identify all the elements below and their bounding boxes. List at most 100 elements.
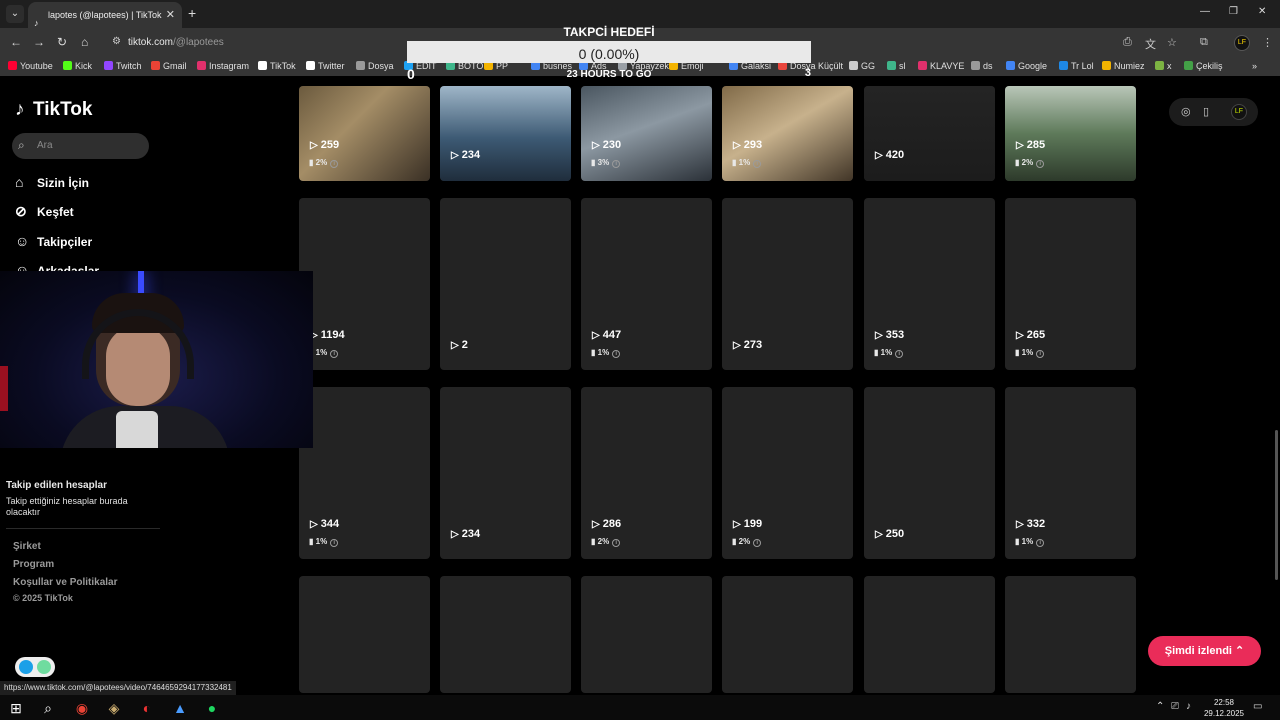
video-card[interactable]: ▷ 234	[440, 86, 571, 181]
chrome-icon[interactable]: ◉	[73, 699, 91, 717]
video-card[interactable]: ▷ 293 ▮ 1% i	[722, 86, 853, 181]
video-card[interactable]: ▷ 332 ▮ 1% i	[1005, 387, 1136, 559]
profile-avatar[interactable]: LF	[1234, 35, 1250, 51]
video-card[interactable]: ▷ 285 ▮ 2% i	[1005, 86, 1136, 181]
bookmark-item[interactable]: sl	[887, 61, 906, 71]
menu-icon[interactable]: ⋮	[1262, 36, 1273, 49]
site-info-icon[interactable]: ⚙	[112, 36, 121, 47]
install-app-icon[interactable]: ⎙	[1123, 36, 1132, 49]
video-card[interactable]: ▷ 199 ▮ 2% i	[722, 387, 853, 559]
bookmark-star-icon[interactable]: ☆	[1167, 36, 1177, 49]
bookmark-item[interactable]: GG	[849, 61, 875, 71]
restore-icon[interactable]: ❐	[1229, 6, 1238, 17]
play-icon: ▷	[592, 330, 600, 341]
bookmark-item[interactable]: Dosya	[356, 61, 394, 71]
back-icon[interactable]: ←	[10, 35, 22, 49]
video-card[interactable]: ▷ 447 ▮ 1% i	[581, 198, 712, 370]
windows-start-icon[interactable]: ⊞	[7, 699, 25, 717]
video-card[interactable]	[299, 576, 430, 693]
video-card[interactable]: ▷ 259 ▮ 2% i	[299, 86, 430, 181]
bookmark-item[interactable]: Twitter	[306, 61, 345, 71]
home-button-icon[interactable]: ⌂	[81, 35, 88, 49]
info-icon[interactable]: i	[612, 350, 621, 358]
bookmark-item[interactable]: Gmail	[151, 61, 187, 71]
bookmark-item[interactable]: Numiez	[1102, 61, 1145, 71]
video-card[interactable]: ▷ 230 ▮ 3% i	[581, 86, 712, 181]
new-tab-icon[interactable]: +	[188, 5, 196, 21]
nav-for-you[interactable]: ⌂ Sizin İçin	[15, 174, 89, 190]
bookmark-item[interactable]: TikTok	[258, 61, 296, 71]
riot-icon[interactable]: ◐	[138, 699, 156, 717]
info-icon[interactable]: i	[612, 160, 621, 168]
video-card[interactable]: ▷ 353 ▮ 1% i	[864, 198, 995, 370]
following-accounts-title: Takip edilen hesaplar	[6, 480, 107, 491]
video-card[interactable]	[864, 576, 995, 693]
translate-icon[interactable]: 文	[1145, 36, 1156, 52]
footer-link-program[interactable]: Program	[13, 559, 54, 570]
search-taskbar-icon[interactable]: ⌕	[39, 699, 57, 717]
bookmark-item[interactable]: Instagram	[197, 61, 249, 71]
info-icon[interactable]: i	[1036, 539, 1045, 547]
tiktok-logo[interactable]: ♪ TikTok	[15, 99, 92, 121]
taskbar-clock[interactable]: 22:58 29.12.2025	[1200, 697, 1248, 719]
forward-icon[interactable]: →	[33, 35, 45, 49]
footer-link-terms[interactable]: Koşullar ve Politikalar	[13, 577, 118, 588]
info-icon[interactable]: i	[1036, 350, 1045, 358]
video-card[interactable]: ▷ 420	[864, 86, 995, 181]
coin-icon[interactable]: ◎	[1181, 105, 1191, 118]
more-bookmarks-icon[interactable]: »	[1252, 61, 1257, 71]
bookmark-item[interactable]: x	[1155, 61, 1172, 71]
video-card[interactable]: ▷ 2	[440, 198, 571, 370]
video-card[interactable]	[722, 576, 853, 693]
bookmark-item[interactable]: Youtube	[8, 61, 53, 71]
nav-explore[interactable]: ⊘ Keşfet	[15, 203, 74, 220]
bookmark-item[interactable]: Kick	[63, 61, 92, 71]
video-card[interactable]	[1005, 576, 1136, 693]
notifications-icon[interactable]: ▭	[1253, 701, 1262, 712]
reload-icon[interactable]: ↻	[57, 35, 67, 49]
spotify-icon[interactable]: ●	[203, 699, 221, 717]
tray-chevron-icon[interactable]: ⌃	[1156, 701, 1164, 712]
nav-followers[interactable]: ☺ Takipçiler	[15, 233, 92, 249]
extension-widget[interactable]	[15, 657, 55, 677]
info-icon[interactable]: i	[330, 160, 339, 168]
video-card[interactable]: ▷ 265 ▮ 1% i	[1005, 198, 1136, 370]
network-icon[interactable]: ⎚	[1171, 701, 1179, 712]
now-watching-button[interactable]: Şimdi izlendi ⌃	[1148, 636, 1261, 666]
video-card[interactable]: ▷ 286 ▮ 2% i	[581, 387, 712, 559]
video-card[interactable]: ▷ 344 ▮ 1% i	[299, 387, 430, 559]
photo-app-icon[interactable]: ▲	[171, 699, 189, 717]
info-icon[interactable]: i	[330, 350, 339, 358]
info-icon[interactable]: i	[753, 539, 762, 547]
user-avatar[interactable]: LF	[1231, 104, 1247, 120]
close-tab-icon[interactable]: ✕	[166, 2, 175, 28]
info-icon[interactable]: i	[895, 350, 904, 358]
phone-icon[interactable]: ▯	[1203, 105, 1209, 118]
close-window-icon[interactable]: ✕	[1258, 6, 1266, 17]
footer-link-company[interactable]: Şirket	[13, 541, 41, 552]
info-icon[interactable]: i	[1036, 160, 1045, 168]
info-icon[interactable]: i	[330, 539, 339, 547]
video-card[interactable]: ▷1194 ▮ 1%i	[299, 198, 430, 370]
info-icon[interactable]: i	[753, 160, 762, 168]
bookmark-item[interactable]: KLAVYE	[918, 61, 964, 71]
bookmark-item[interactable]: Çekiliş	[1184, 61, 1223, 71]
video-card[interactable]: ▷ 250	[864, 387, 995, 559]
bookmark-item[interactable]: Twitch	[104, 61, 142, 71]
bookmark-item[interactable]: Google	[1006, 61, 1047, 71]
video-card[interactable]	[581, 576, 712, 693]
league-icon[interactable]: ◈	[105, 699, 123, 717]
tab-search-button[interactable]: ⌄	[6, 5, 24, 23]
extensions-icon[interactable]: ⧉	[1200, 36, 1208, 49]
info-icon[interactable]: i	[612, 539, 621, 547]
search-input[interactable]: ⌕ Ara	[12, 133, 149, 159]
browser-tab[interactable]: ♪ lapotes (@lapotees) | TikTok ✕	[28, 2, 182, 28]
video-card[interactable]: ▷ 273	[722, 198, 853, 370]
video-card[interactable]: ▷ 234	[440, 387, 571, 559]
bookmark-item[interactable]: ds	[971, 61, 993, 71]
video-card[interactable]	[440, 576, 571, 693]
minimize-icon[interactable]: —	[1200, 6, 1210, 17]
volume-icon[interactable]: ♪	[1186, 701, 1191, 712]
bookmark-item[interactable]: Tr Lol	[1059, 61, 1094, 71]
scrollbar-thumb[interactable]	[1275, 430, 1278, 580]
